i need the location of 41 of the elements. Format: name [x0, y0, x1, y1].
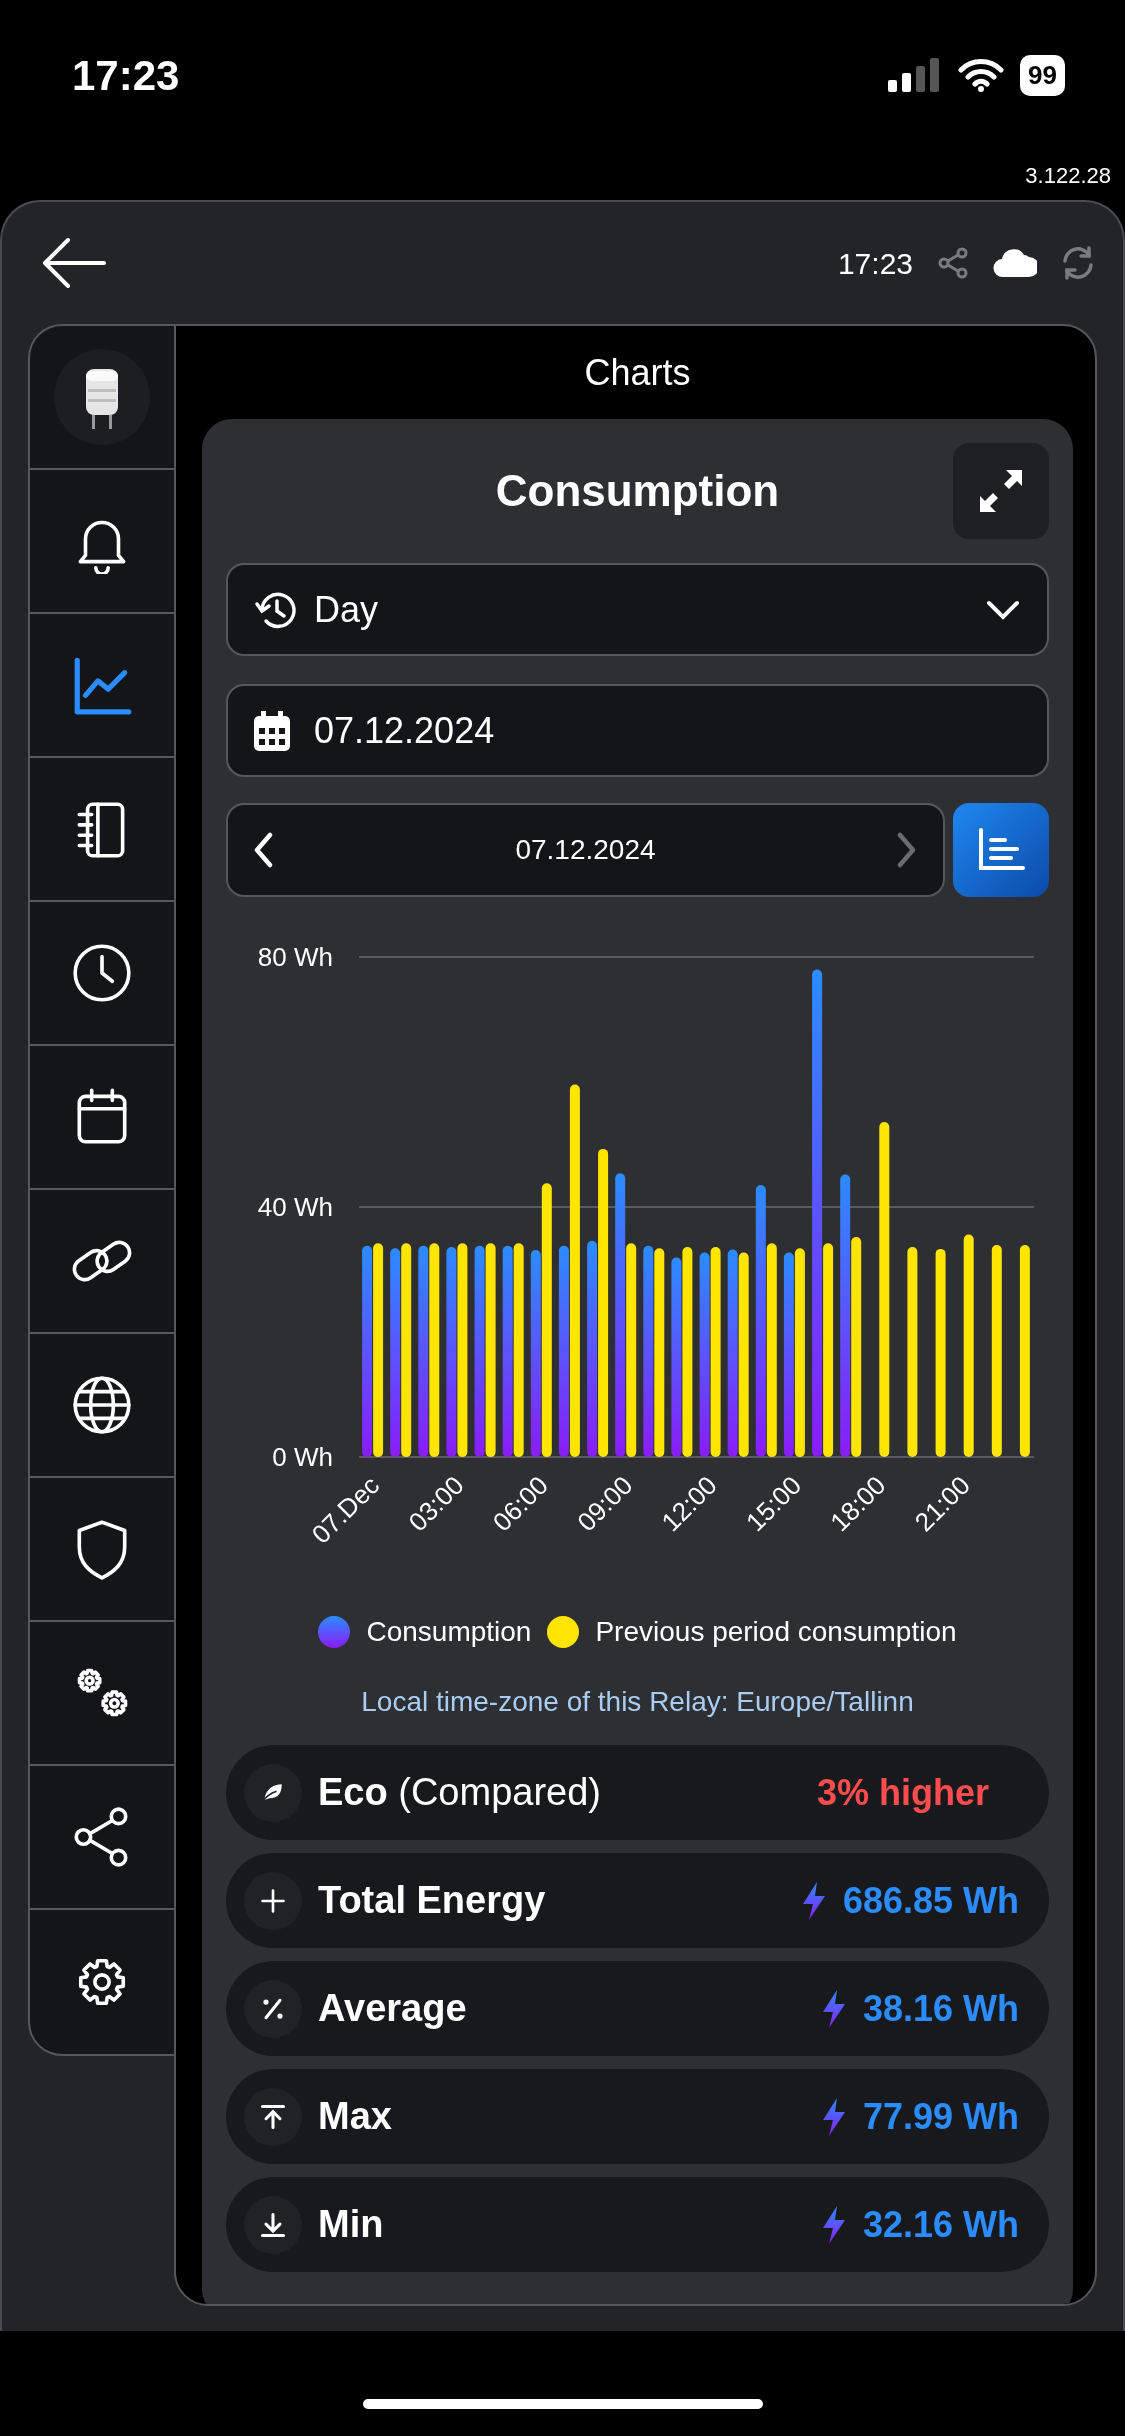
header-time: 17:23 [837, 245, 913, 282]
stat-label: Eco (Compared) [318, 1770, 602, 1815]
version-text: 3.122.28 [1025, 161, 1111, 190]
arrow-up-icon [259, 2102, 287, 2131]
bolt-icon [820, 2097, 847, 2136]
y-axis-label: 0 Wh [272, 1442, 333, 1472]
calendar-icon [254, 710, 290, 751]
stat-value: 3% higher [816, 1770, 989, 1815]
plus-icon [259, 1886, 287, 1915]
period-dropdown[interactable]: Day [226, 563, 1049, 656]
stat-label: Max [318, 2094, 393, 2139]
status-time: 17:23 [72, 50, 180, 101]
stat-value: 686.85 Wh [842, 1878, 1019, 1923]
chart-type-button[interactable] [953, 803, 1049, 897]
bolt-icon [800, 1881, 827, 1920]
arrow-down-icon [259, 2210, 287, 2239]
chart-title: Consumption [495, 465, 780, 517]
navigator-date: 07.12.2024 [515, 833, 656, 867]
stat-value: 38.16 Wh [862, 1986, 1019, 2031]
y-axis-label: 40 Wh [257, 1192, 333, 1222]
stat-label: Total Energy [318, 1878, 547, 1923]
timezone-note: Local time-zone of this Relay: Europe/Tallinn [361, 1686, 914, 1717]
refresh-icon[interactable] [1061, 246, 1095, 280]
battery-level: 99 [1020, 54, 1065, 96]
back-arrow-icon[interactable] [42, 237, 106, 289]
expand-button[interactable] [953, 443, 1049, 539]
expand-icon [978, 468, 1024, 514]
cloud-icon[interactable] [993, 247, 1037, 279]
bolt-icon [820, 1989, 847, 2028]
y-axis-label: 80 Wh [257, 942, 333, 972]
legend-label: Consumption [366, 1615, 532, 1649]
date-field[interactable]: 07.12.2024 [226, 684, 1049, 777]
stat-label: Average [318, 1986, 468, 2031]
stat-value: 77.99 Wh [862, 2094, 1019, 2139]
wifi-icon [958, 58, 1005, 92]
stat-value: 32.16 Wh [862, 2202, 1019, 2247]
page-title: Charts [584, 350, 691, 395]
stat-label: Min [318, 2202, 385, 2247]
bolt-icon [820, 2205, 847, 2244]
bar-chart-icon [977, 828, 1025, 872]
legend-label: Previous period consumption [595, 1615, 957, 1649]
